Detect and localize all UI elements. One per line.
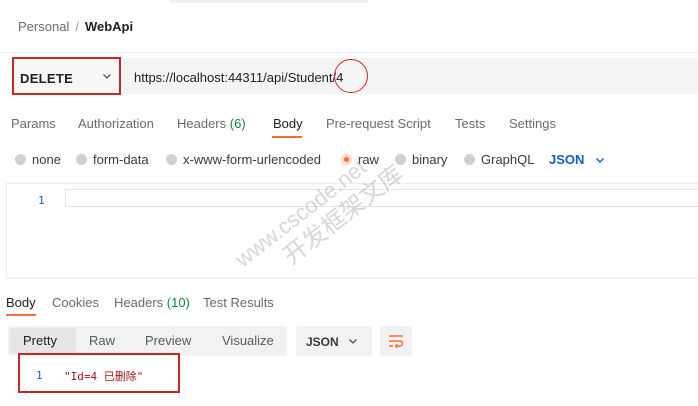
mode-raw[interactable]: raw	[341, 152, 379, 167]
radio-icon	[166, 154, 177, 165]
response-view-mode: Pretty Raw Preview Visualize	[8, 326, 287, 356]
mode-binary-label: binary	[412, 152, 448, 167]
chevron-down-icon	[103, 74, 111, 79]
breadcrumb-separator: /	[75, 19, 79, 34]
tab-body[interactable]: Body	[273, 116, 303, 131]
method-label: DELETE	[20, 71, 74, 86]
breadcrumb-workspace[interactable]: Personal	[18, 19, 69, 34]
request-body-editor[interactable]: 1	[6, 183, 698, 279]
tab-pre-request-script[interactable]: Pre-request Script	[326, 116, 431, 131]
view-raw[interactable]: Raw	[89, 333, 115, 348]
url-id-highlight	[334, 59, 368, 93]
mode-graphql-label: GraphQL	[481, 152, 535, 167]
radio-icon	[15, 154, 26, 165]
tab-strip	[170, 0, 368, 3]
response-tab-headers-label: Headers	[114, 295, 164, 310]
mode-binary[interactable]: binary	[395, 152, 447, 167]
mode-raw-label: raw	[358, 152, 379, 167]
url-input[interactable]: https://localhost:44311/api/Student/4	[122, 58, 698, 94]
line-number: 1	[38, 194, 45, 207]
editor-current-line[interactable]	[65, 189, 698, 207]
tab-authorization[interactable]: Authorization	[78, 116, 154, 131]
top-bar: Personal / WebApi	[0, 0, 698, 53]
tab-tests[interactable]: Tests	[455, 116, 485, 131]
response-line-content: "Id=4 已删除"	[64, 370, 144, 383]
response-tab-body[interactable]: Body	[6, 295, 36, 310]
url-text: https://localhost:44311/api/Student/4	[134, 70, 344, 85]
view-visualize[interactable]: Visualize	[222, 333, 274, 348]
mode-form-data[interactable]: form-data	[76, 152, 149, 167]
mode-form-data-label: form-data	[93, 152, 149, 167]
view-pretty[interactable]: Pretty	[23, 333, 57, 348]
active-tab-underline	[272, 136, 302, 138]
radio-icon	[395, 154, 406, 165]
response-format-select[interactable]: JSON	[296, 326, 372, 356]
breadcrumb: Personal / WebApi	[18, 19, 133, 34]
wrap-lines-icon	[389, 335, 404, 348]
mode-graphql[interactable]: GraphQL	[464, 152, 534, 167]
response-tabs: Body Cookies Headers (10) Test Results	[0, 292, 698, 316]
response-line-number: 1	[36, 369, 43, 382]
body-format-select[interactable]: JSON	[549, 152, 584, 167]
mode-none-label: none	[32, 152, 61, 167]
tab-settings[interactable]: Settings	[509, 116, 556, 131]
mode-x-www-form-urlencoded[interactable]: x-www-form-urlencoded	[166, 152, 321, 167]
radio-checked-icon	[341, 154, 352, 165]
mode-urlencoded-label: x-www-form-urlencoded	[183, 152, 321, 167]
tab-headers-count: (6)	[229, 116, 246, 131]
breadcrumb-collection[interactable]: WebApi	[85, 19, 133, 34]
response-tab-headers[interactable]: Headers (10)	[114, 295, 190, 310]
request-tabs: Params Authorization Headers (6) Body Pr…	[0, 110, 698, 138]
response-tab-headers-count: (10)	[166, 295, 190, 310]
radio-icon	[464, 154, 475, 165]
chevron-down-icon	[349, 339, 357, 344]
response-format-label: JSON	[306, 335, 339, 349]
mode-none[interactable]: none	[15, 152, 61, 167]
radio-icon	[76, 154, 87, 165]
wrap-lines-button[interactable]	[380, 326, 412, 356]
tab-headers[interactable]: Headers (6)	[177, 116, 246, 131]
active-response-tab-underline	[6, 314, 36, 316]
tab-headers-label: Headers	[177, 116, 227, 131]
chevron-down-icon[interactable]	[595, 155, 605, 165]
method-select[interactable]: DELETE	[12, 57, 121, 95]
response-body-viewer[interactable]: 1 "Id=4 已删除"	[18, 353, 180, 393]
response-tab-test-results[interactable]: Test Results	[203, 295, 274, 310]
body-mode-selector: none form-data x-www-form-urlencoded raw…	[0, 148, 698, 172]
tab-params[interactable]: Params	[11, 116, 56, 131]
view-preview[interactable]: Preview	[145, 333, 191, 348]
response-tab-cookies[interactable]: Cookies	[52, 295, 99, 310]
